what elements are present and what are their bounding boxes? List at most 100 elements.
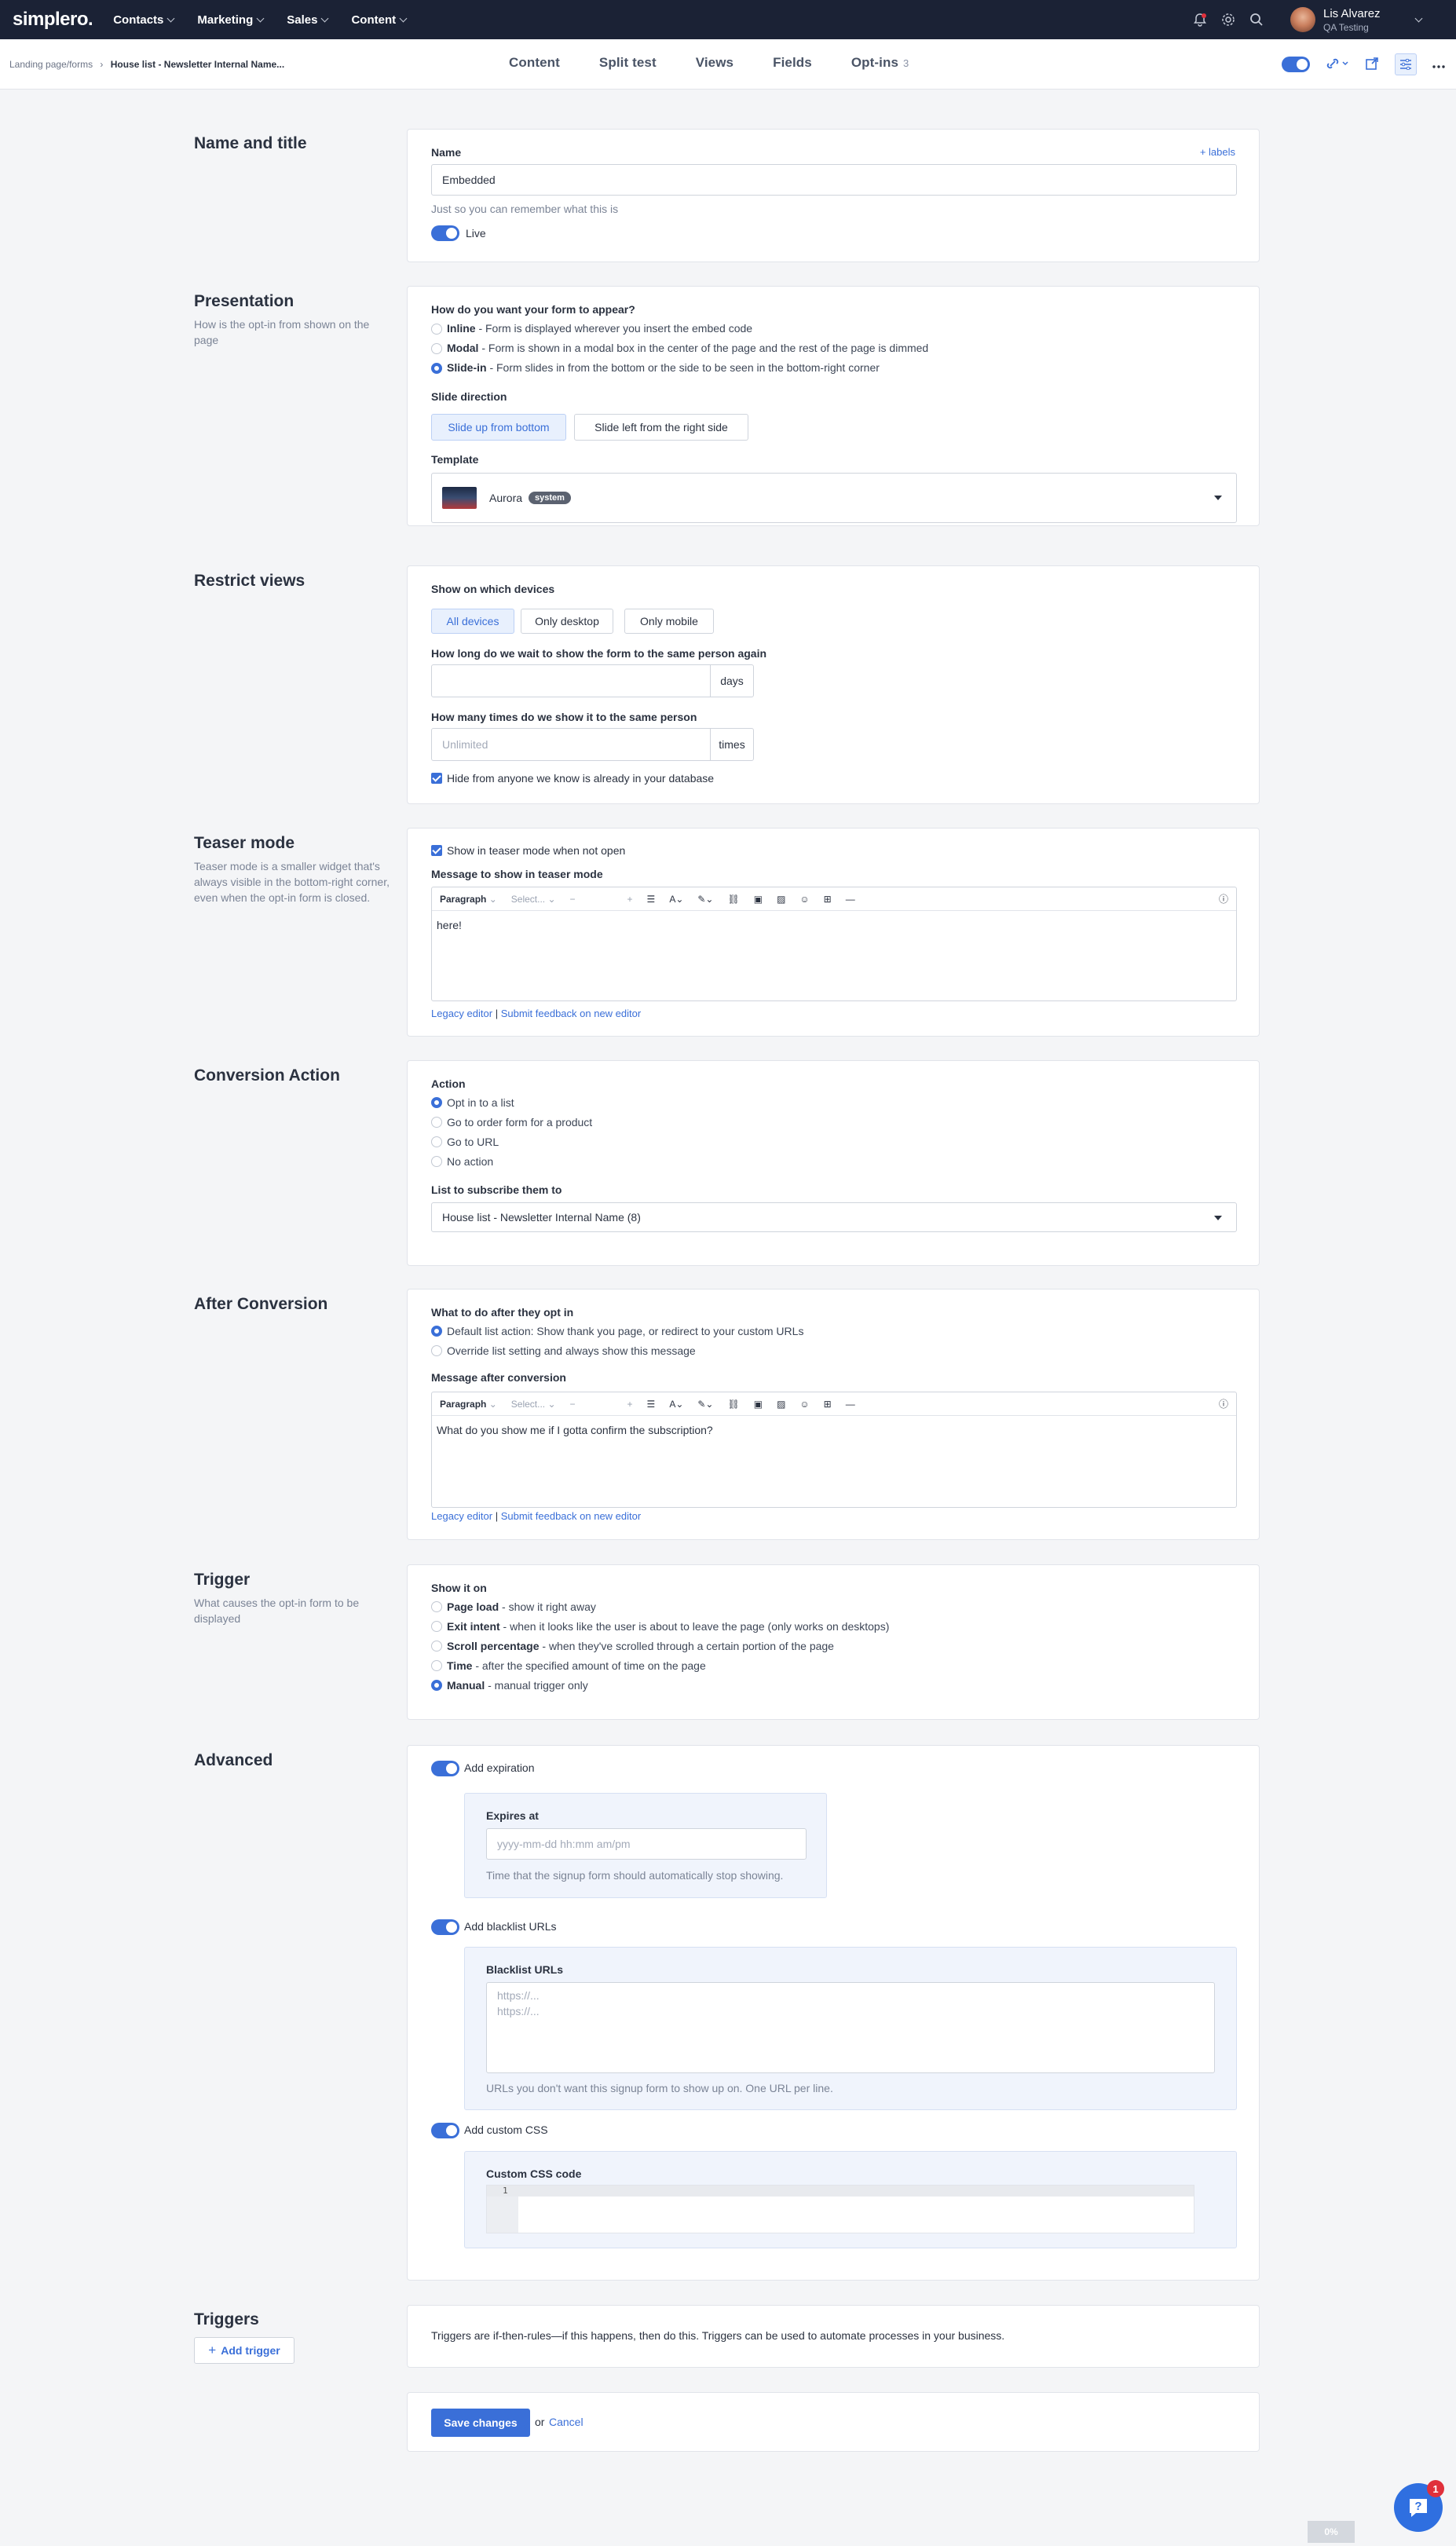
blacklist-toggle[interactable] — [431, 1919, 459, 1935]
radio-scroll[interactable] — [431, 1641, 442, 1652]
external-link-icon[interactable] — [1365, 57, 1379, 73]
paragraph-select[interactable]: Paragraph ⌄ — [440, 894, 497, 905]
paragraph-select[interactable]: Paragraph ⌄ — [440, 1399, 497, 1410]
font-size-decrease[interactable]: − — [570, 894, 576, 905]
horizontal-rule-icon[interactable]: — — [846, 894, 855, 905]
slide-left-button[interactable]: Slide left from the right side — [574, 414, 748, 441]
only-mobile-button[interactable]: Only mobile — [624, 609, 714, 634]
times-input[interactable]: Unlimited — [431, 728, 711, 761]
save-changes-button[interactable]: Save changes — [431, 2409, 530, 2437]
teaser-checkbox[interactable] — [431, 845, 442, 856]
simplero-logo[interactable]: simplero. — [13, 9, 93, 31]
hide-known-checkbox[interactable] — [431, 773, 442, 784]
font-select[interactable]: Select... ⌄ — [511, 894, 556, 905]
expiration-toggle[interactable] — [431, 1761, 459, 1776]
radio-modal[interactable] — [431, 343, 442, 354]
blacklist-textarea[interactable]: https://... https://... — [486, 1982, 1215, 2073]
breadcrumb-root[interactable]: Landing page/forms — [9, 59, 93, 70]
css-code-editor[interactable]: 1 — [486, 2185, 1194, 2233]
radio-order-form[interactable] — [431, 1117, 442, 1128]
teaser-editor[interactable]: Paragraph ⌄ Select... ⌄ − + ☰ A⌄ ✎⌄ ⛓ ▣ … — [431, 887, 1237, 1001]
emoji-icon[interactable]: ☺ — [799, 1399, 809, 1410]
tab-opt-ins[interactable]: Opt-ins 3 — [851, 55, 909, 71]
feedback-link[interactable]: Submit feedback on new editor — [501, 1510, 642, 1522]
image-icon[interactable]: ▨ — [777, 1399, 785, 1410]
radio-override[interactable] — [431, 1345, 442, 1356]
tab-content[interactable]: Content — [509, 55, 560, 71]
radio-page-load[interactable] — [431, 1601, 442, 1612]
font-select[interactable]: Select... ⌄ — [511, 1399, 556, 1410]
more-options-icon[interactable] — [1432, 58, 1445, 71]
embed-icon[interactable]: ▣ — [754, 894, 763, 905]
add-labels-link[interactable]: + labels — [1200, 146, 1235, 158]
radio-slide-in[interactable] — [431, 363, 442, 374]
template-select[interactable]: Aurora system — [431, 473, 1237, 523]
image-icon[interactable]: ▨ — [777, 894, 785, 905]
table-icon[interactable]: ⊞ — [824, 894, 832, 905]
nav-sales[interactable]: Sales — [287, 13, 329, 27]
legacy-editor-link[interactable]: Legacy editor — [431, 1008, 492, 1019]
list-icon[interactable]: ☰ — [647, 1399, 656, 1410]
blacklist-placeholder-2: https://... — [497, 2005, 540, 2017]
legacy-editor-link[interactable]: Legacy editor — [431, 1510, 492, 1522]
name-input[interactable]: Embedded — [431, 164, 1237, 196]
user-avatar[interactable] — [1290, 7, 1315, 32]
teaser-editor-body[interactable]: here! — [432, 911, 1236, 939]
font-size-increase[interactable]: + — [627, 1399, 633, 1410]
opt-ins-count: 3 — [903, 57, 909, 69]
text-color-icon[interactable]: A⌄ — [669, 894, 683, 905]
search-icon[interactable] — [1248, 11, 1265, 28]
notifications-bell-icon[interactable] — [1191, 11, 1209, 28]
all-devices-button[interactable]: All devices — [431, 609, 514, 634]
nav-marketing[interactable]: Marketing — [197, 13, 265, 27]
nav-contacts[interactable]: Contacts — [113, 13, 175, 27]
radio-time[interactable] — [431, 1660, 442, 1671]
live-toggle-switch[interactable] — [431, 225, 459, 241]
chevron-down-icon[interactable] — [1414, 14, 1423, 22]
text-color-icon[interactable]: A⌄ — [669, 1399, 683, 1410]
link-icon[interactable]: ⛓ — [727, 894, 739, 905]
tab-fields[interactable]: Fields — [773, 55, 812, 71]
radio-go-url[interactable] — [431, 1136, 442, 1147]
settings-sliders-icon[interactable] — [1395, 53, 1417, 75]
info-icon[interactable]: ⓘ — [1219, 1397, 1228, 1410]
font-size-increase[interactable]: + — [627, 894, 633, 905]
radio-manual[interactable] — [431, 1680, 442, 1691]
after-editor[interactable]: Paragraph ⌄ Select... ⌄ − + ☰ A⌄ ✎⌄ ⛓ ▣ … — [431, 1392, 1237, 1508]
custom-css-toggle[interactable] — [431, 2123, 459, 2138]
list-icon[interactable]: ☰ — [647, 894, 656, 905]
only-desktop-button[interactable]: Only desktop — [521, 609, 613, 634]
font-size-decrease[interactable]: − — [570, 1399, 576, 1410]
wait-days-input[interactable] — [431, 664, 711, 697]
slide-up-button[interactable]: Slide up from bottom — [431, 414, 566, 441]
tab-split-test[interactable]: Split test — [599, 55, 657, 71]
radio-inline[interactable] — [431, 324, 442, 335]
nav-content[interactable]: Content — [351, 13, 408, 27]
settings-gear-icon[interactable] — [1220, 11, 1237, 28]
horizontal-rule-icon[interactable]: — — [846, 1399, 855, 1410]
link-icon[interactable] — [1326, 57, 1349, 73]
highlight-icon[interactable]: ✎⌄ — [697, 1399, 713, 1410]
table-icon[interactable]: ⊞ — [824, 1399, 832, 1410]
emoji-icon[interactable]: ☺ — [799, 894, 809, 905]
link-icon[interactable]: ⛓ — [727, 1399, 739, 1410]
expires-input[interactable]: yyyy-mm-dd hh:mm am/pm — [486, 1828, 807, 1860]
feedback-link[interactable]: Submit feedback on new editor — [501, 1008, 642, 1019]
highlight-icon[interactable]: ✎⌄ — [697, 894, 713, 905]
add-trigger-button[interactable]: + Add trigger — [194, 2337, 294, 2364]
info-icon[interactable]: ⓘ — [1219, 892, 1228, 905]
live-toggle[interactable] — [1282, 57, 1310, 72]
radio-no-action[interactable] — [431, 1156, 442, 1167]
embed-icon[interactable]: ▣ — [754, 1399, 763, 1410]
list-select[interactable]: House list - Newsletter Internal Name (8… — [431, 1202, 1237, 1232]
radio-opt-in[interactable] — [431, 1097, 442, 1108]
user-menu[interactable]: Lis Alvarez QA Testing — [1323, 7, 1416, 33]
section-title-name: Name and title — [194, 134, 307, 152]
tab-views[interactable]: Views — [696, 55, 733, 71]
radio-default-action[interactable] — [431, 1326, 442, 1337]
after-editor-body[interactable]: What do you show me if I gotta confirm t… — [432, 1416, 1236, 1444]
cancel-link[interactable]: Cancel — [549, 2416, 583, 2428]
section-title-after: After Conversion — [194, 1295, 328, 1313]
days-addon: days — [710, 664, 754, 697]
radio-exit-intent[interactable] — [431, 1621, 442, 1632]
